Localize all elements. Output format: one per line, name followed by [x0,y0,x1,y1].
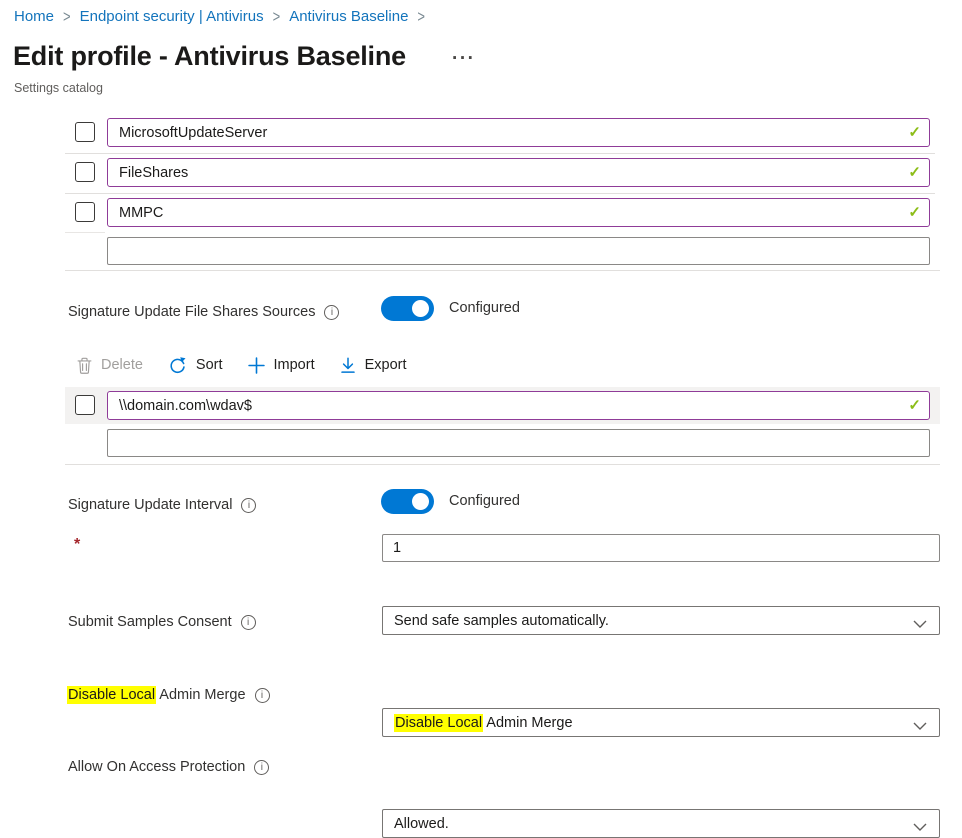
setting-label-disable-local-admin-merge: Disable Local Admin Merge i [67,686,270,704]
fallback-source-input-1[interactable] [107,118,930,147]
file-share-source-input-new[interactable] [107,429,930,457]
update-interval-input[interactable] [382,534,940,562]
row-divider [65,153,935,154]
chevron-down-icon [913,617,927,633]
plus-icon [248,357,265,374]
setting-label-file-shares-sources: Signature Update File Shares Sources i [68,303,339,321]
import-button[interactable]: Import [248,357,315,374]
row-checkbox[interactable] [75,202,95,222]
sort-button[interactable]: Sort [168,356,223,375]
row-divider [65,193,935,194]
toggle-state-label: Configured [449,493,520,509]
breadcrumb-separator: > [273,7,281,26]
info-icon[interactable]: i [241,615,256,630]
setting-label-update-interval: Signature Update Interval i [68,496,256,514]
list-item: ✓ [107,158,930,187]
required-marker: * [74,536,80,554]
disable-local-admin-merge-dropdown[interactable]: Disable Local Admin Merge [382,708,940,737]
update-interval-toggle[interactable] [381,489,434,514]
breadcrumb-separator: > [63,7,71,26]
section-divider [65,464,940,465]
breadcrumb: Home > Endpoint security | Antivirus > A… [14,8,425,25]
list-item: ✓ [107,118,930,147]
setting-label-text: Submit Samples Consent [68,614,232,630]
dropdown-selected-value: Send safe samples automatically. [394,613,609,629]
trash-icon [77,357,92,374]
setting-label-submit-samples: Submit Samples Consent i [68,613,256,631]
submit-samples-dropdown[interactable]: Send safe samples automatically. [382,606,940,635]
fallback-source-input-2[interactable] [107,158,930,187]
toggle-knob [412,300,429,317]
export-button[interactable]: Export [340,357,407,374]
delete-button[interactable]: Delete [77,357,143,374]
toolbar-button-label: Import [274,357,315,373]
dropdown-selected-value: Allowed. [394,816,449,832]
toolbar-button-label: Delete [101,357,143,373]
setting-label-text: Allow On Access Protection [68,759,245,775]
list-item [107,429,930,457]
toggle-state-label: Configured [449,300,520,316]
row-divider [65,232,105,233]
section-divider [65,270,940,271]
on-access-protection-dropdown[interactable]: Allowed. [382,809,940,838]
info-icon[interactable]: i [241,498,256,513]
breadcrumb-antivirus-baseline[interactable]: Antivirus Baseline [289,8,408,25]
breadcrumb-separator: > [417,7,425,26]
toggle-knob [412,493,429,510]
file-shares-sources-toggle[interactable] [381,296,434,321]
setting-label-text: Signature Update Interval [68,497,232,513]
search-highlight: Disable Local [67,686,156,704]
search-highlight: Disable Local [394,714,483,732]
setting-label-on-access-protection: Allow On Access Protection i [68,758,269,776]
dropdown-selected-value: Disable Local Admin Merge [394,715,573,731]
fallback-source-input-new[interactable] [107,237,930,265]
breadcrumb-endpoint-security-antivirus[interactable]: Endpoint security | Antivirus [80,8,264,25]
toolbar-button-label: Sort [196,357,223,373]
setting-label-text: Signature Update File Shares Sources [68,304,315,320]
row-checkbox[interactable] [75,395,95,415]
download-icon [340,357,356,374]
sort-refresh-icon [168,356,187,375]
row-checkbox[interactable] [75,122,95,142]
breadcrumb-home[interactable]: Home [14,8,54,25]
interval-field-wrap [382,534,940,562]
edit-profile-page: Home > Endpoint security | Antivirus > A… [0,0,962,805]
list-item: ✓ [107,198,930,227]
list-toolbar: Delete Sort Import Export [77,352,407,378]
toolbar-button-label: Export [365,357,407,373]
chevron-down-icon [913,719,927,735]
file-share-source-input[interactable] [107,391,930,420]
chevron-down-icon [913,820,927,836]
row-checkbox[interactable] [75,162,95,182]
list-item: ✓ [107,391,930,420]
list-item [107,237,930,265]
info-icon[interactable]: i [254,760,269,775]
fallback-source-input-3[interactable] [107,198,930,227]
setting-label-text: Disable Local Admin Merge [67,687,246,703]
page-title: Edit profile - Antivirus Baseline [13,41,406,72]
profile-type-subtitle: Settings catalog [14,81,103,95]
info-icon[interactable]: i [255,688,270,703]
info-icon[interactable]: i [324,305,339,320]
more-options-icon[interactable]: ··· [452,48,475,70]
